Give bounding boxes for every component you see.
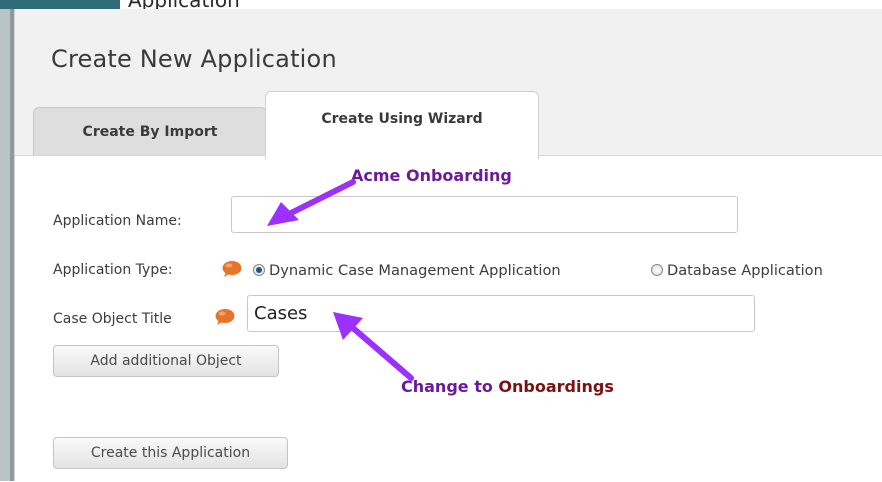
dynamic-case-management-radio[interactable] [253,264,265,276]
annotation-name-hint: Acme Onboarding [351,166,512,185]
database-application-radio[interactable] [651,264,663,276]
dialog-title: Create New Application [51,45,337,73]
annotation-arrow-icon [267,179,356,226]
case-object-title-label: Case Object Title [53,311,172,327]
annotation-title-hint-value: Onboardings [498,377,614,396]
database-application-label: Database Application [667,262,823,279]
tab-create-by-import[interactable]: Create By Import [33,107,267,155]
annotation-arrow-icon [333,312,414,381]
create-application-dialog: Create New Application Create By Import … [14,9,882,482]
speech-bubble-icon[interactable] [214,308,236,326]
application-type-label: Application Type: [53,262,173,278]
background-window-left-edge [0,9,14,481]
dynamic-case-management-label: Dynamic Case Management Application [269,262,561,279]
speech-bubble-icon[interactable] [221,260,243,278]
application-name-label: Application Name: [53,213,182,229]
add-additional-object-button[interactable]: Add additional Object [53,345,279,377]
wizard-panel: Application Name: Application Type: Dyna… [15,155,882,482]
background-window-header: Application [0,0,882,12]
annotation-title-hint: Change to Onboardings [401,377,614,396]
case-object-title-input[interactable] [247,295,755,332]
create-this-application-button[interactable]: Create this Application [53,437,288,469]
tab-create-using-wizard[interactable]: Create Using Wizard [265,91,539,159]
